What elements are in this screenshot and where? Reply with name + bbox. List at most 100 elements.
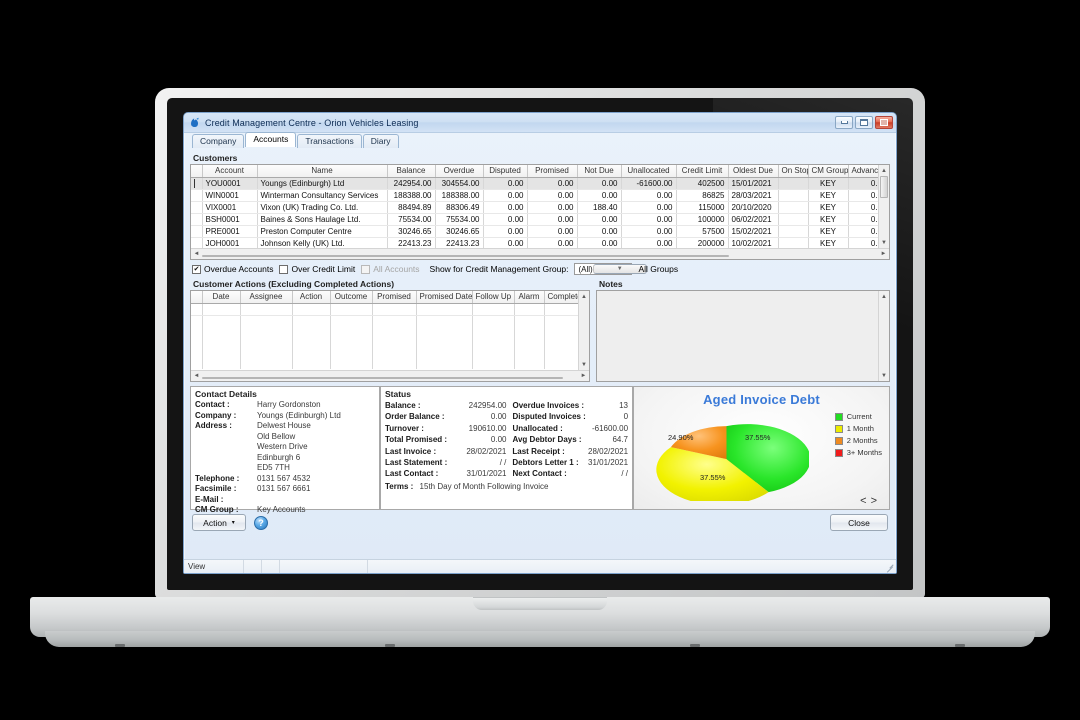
facsimile-label: Facsimile :: [195, 484, 237, 493]
cell-name: Winterman Consultancy Services: [257, 189, 388, 202]
col-account[interactable]: Account: [202, 165, 258, 178]
terms-value: 15th Day of Month Following Invoice: [419, 481, 549, 491]
tab-transactions[interactable]: Transactions: [297, 134, 362, 148]
col-alarm[interactable]: Alarm: [514, 291, 545, 304]
hscroll-thumb[interactable]: [202, 255, 730, 257]
col-balance[interactable]: Balance: [387, 165, 436, 178]
filter-row: Overdue Accounts Over Credit Limit All A…: [190, 262, 890, 276]
col-outcome[interactable]: Outcome: [330, 291, 373, 304]
customer-actions-grid[interactable]: Date Assignee Action Outcome Promised Pr…: [190, 290, 590, 382]
chart-nav[interactable]: <>: [860, 495, 881, 507]
table-row[interactable]: YOU0001 Youngs (Edinburgh) Ltd 242954.00…: [191, 177, 878, 190]
col-follow-up[interactable]: Follow Up: [472, 291, 515, 304]
help-icon: ?: [258, 517, 264, 528]
empty-cell: [416, 315, 473, 369]
vscroll-thumb[interactable]: [880, 176, 888, 198]
window-body: Customers Account Name Balance Overdue D…: [184, 150, 896, 573]
col-assignee[interactable]: Assignee: [240, 291, 293, 304]
tab-accounts[interactable]: Accounts: [245, 132, 297, 147]
notes-field[interactable]: ▲ ▼: [596, 290, 890, 382]
cell-on-stop: [778, 201, 809, 214]
col-unallocated[interactable]: Unallocated: [621, 165, 677, 178]
status-row: Order Balance : 0.00 Disputed Invoices :…: [385, 411, 628, 422]
col-credit-limit[interactable]: Credit Limit: [676, 165, 729, 178]
tab-label: Accounts: [253, 134, 289, 144]
over-credit-limit-checkbox[interactable]: Over Credit Limit: [279, 264, 355, 274]
scroll-right-icon[interactable]: ►: [878, 251, 889, 257]
overdue-accounts-checkbox[interactable]: Overdue Accounts: [192, 264, 273, 274]
tab-diary[interactable]: Diary: [362, 134, 399, 148]
col-disputed[interactable]: Disputed: [483, 165, 528, 178]
cell-disputed: 0.00: [483, 189, 528, 202]
scroll-up-icon[interactable]: ▲: [879, 165, 889, 176]
resize-grip-icon[interactable]: [884, 561, 896, 573]
cell-cm-group: KEY: [808, 225, 849, 238]
col-cm-group[interactable]: CM Group: [808, 165, 849, 178]
scroll-left-icon[interactable]: ◄: [191, 251, 202, 257]
col-promised[interactable]: Promised: [372, 291, 417, 304]
chart-next-button[interactable]: >: [871, 495, 881, 507]
maximize-button[interactable]: [855, 116, 873, 129]
col-overdue[interactable]: Overdue: [435, 165, 484, 178]
col-advanced[interactable]: Advanced: [848, 165, 878, 178]
table-row[interactable]: PRE0001 Preston Computer Centre 30246.65…: [191, 225, 878, 238]
customers-vscrollbar[interactable]: ▲ ▼: [878, 165, 889, 248]
action-button[interactable]: Action ▾: [192, 514, 246, 531]
notes-vscrollbar[interactable]: ▲ ▼: [878, 291, 889, 381]
table-row[interactable]: VIX0001 Vixon (UK) Trading Co. Ltd. 8849…: [191, 201, 878, 214]
col-promised[interactable]: Promised: [527, 165, 578, 178]
tab-company[interactable]: Company: [192, 134, 245, 148]
scroll-down-icon[interactable]: ▼: [579, 359, 589, 370]
empty-cell: [202, 303, 241, 316]
help-button[interactable]: ?: [254, 515, 268, 530]
close-button[interactable]: Close: [830, 514, 888, 531]
table-row[interactable]: BSH0001 Baines & Sons Haulage Ltd. 75534…: [191, 213, 878, 226]
col-name[interactable]: Name: [257, 165, 388, 178]
table-row[interactable]: JOH0001 Johnson Kelly (UK) Ltd. 22413.23…: [191, 237, 878, 248]
customers-table[interactable]: Account Name Balance Overdue Disputed Pr…: [191, 165, 878, 248]
title-bar[interactable]: Credit Management Centre - Orion Vehicle…: [184, 113, 896, 133]
cell-not-due: 0.00: [577, 213, 622, 226]
scroll-down-icon[interactable]: ▼: [879, 370, 889, 381]
col-date[interactable]: Date: [202, 291, 241, 304]
close-window-button[interactable]: [875, 116, 893, 129]
minimize-button[interactable]: [835, 116, 853, 129]
email-value: [252, 495, 257, 506]
table-row[interactable]: WIN0001 Winterman Consultancy Services 1…: [191, 189, 878, 202]
row-marker: [191, 213, 203, 226]
cell-name: Johnson Kelly (UK) Ltd.: [257, 237, 388, 248]
hscroll-thumb[interactable]: [202, 377, 563, 379]
scroll-right-icon[interactable]: ►: [578, 373, 589, 379]
laptop-base-lip: [45, 631, 1035, 647]
cell-name: Youngs (Edinburgh) Ltd: [257, 177, 388, 190]
terms-label: Terms :: [385, 481, 414, 491]
status-row: Balance : 242954.00 Overdue Invoices : 1…: [385, 400, 628, 411]
customers-grid[interactable]: Account Name Balance Overdue Disputed Pr…: [190, 164, 890, 260]
empty-cell: [416, 303, 473, 316]
notes-text[interactable]: [597, 291, 878, 381]
laptop-foot: [690, 644, 700, 647]
col-promised-date[interactable]: Promised Date: [416, 291, 473, 304]
customer-actions-table[interactable]: Date Assignee Action Outcome Promised Pr…: [191, 291, 578, 369]
legend-item-1month: 1 Month: [834, 423, 882, 434]
cell-advanced: 0.00: [848, 225, 878, 238]
scroll-down-icon[interactable]: ▼: [879, 237, 889, 248]
scroll-up-icon[interactable]: ▲: [579, 291, 589, 302]
customers-hscrollbar[interactable]: ◄ ►: [191, 248, 889, 259]
cm-group-select[interactable]: (All) ▼: [574, 263, 647, 275]
actions-vscrollbar[interactable]: ▲ ▼: [578, 291, 589, 370]
actions-hscrollbar[interactable]: ◄ ►: [191, 370, 589, 381]
scroll-up-icon[interactable]: ▲: [879, 291, 889, 302]
legend-label-2months: 2 Months: [846, 436, 878, 445]
col-oldest-due[interactable]: Oldest Due: [728, 165, 779, 178]
status-row: Turnover : 190610.00 Unallocated : -6160…: [385, 423, 628, 434]
col-on-stop[interactable]: On Stop: [778, 165, 809, 178]
scroll-left-icon[interactable]: ◄: [191, 373, 202, 379]
facsimile-row: Facsimile : 0131 567 6661: [195, 484, 375, 495]
col-completed[interactable]: Completed: [544, 291, 578, 304]
customers-group: Customers Account Name Balance Overdue D…: [190, 153, 890, 260]
col-action[interactable]: Action: [292, 291, 331, 304]
col-not-due[interactable]: Not Due: [577, 165, 622, 178]
empty-cell: [292, 315, 331, 369]
chart-prev-button[interactable]: <: [860, 495, 870, 507]
